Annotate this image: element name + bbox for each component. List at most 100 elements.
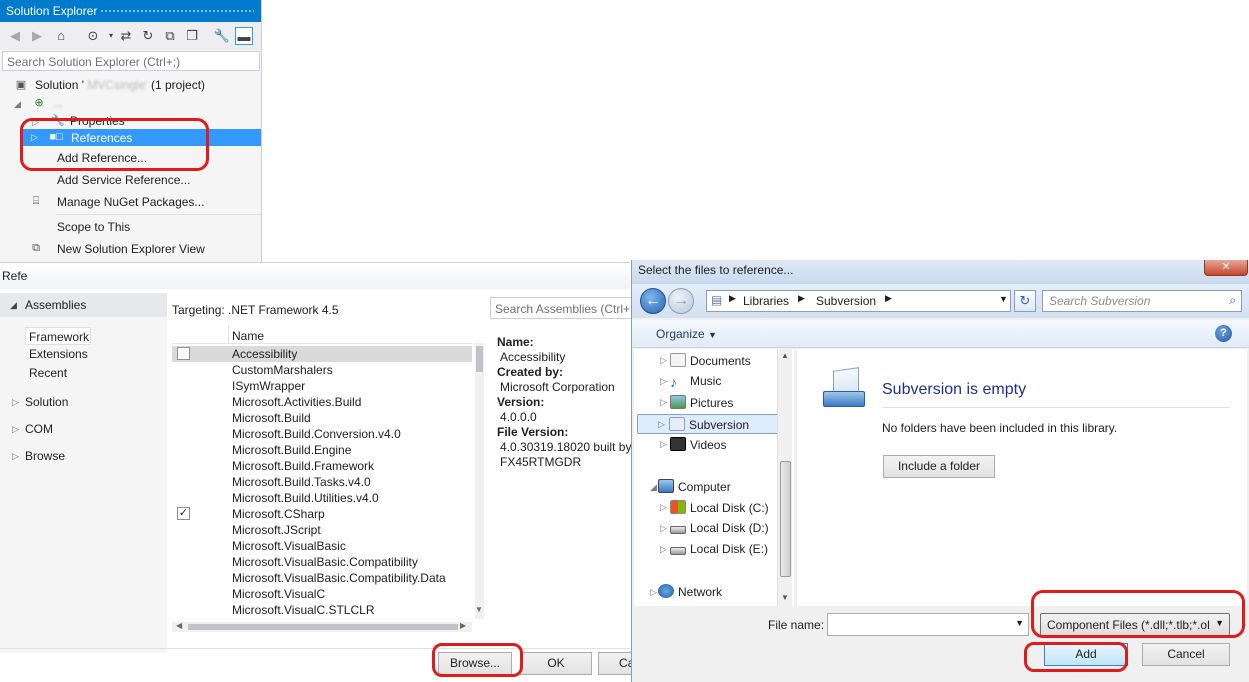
column-name-header[interactable]: Name <box>232 329 264 343</box>
search-assemblies-input[interactable]: Search Assemblies (Ctrl+E <box>490 297 632 319</box>
nav-computer[interactable]: Computer <box>658 479 731 499</box>
assembly-row[interactable]: Microsoft.VisualC <box>232 587 325 601</box>
category-browse[interactable]: Browse <box>25 449 65 463</box>
assembly-row[interactable]: Microsoft.CSharp <box>232 507 325 521</box>
home-icon[interactable]: ⌂ <box>52 27 70 45</box>
scroll-right-icon[interactable]: ▶ <box>460 621 466 630</box>
assemblies-vertical-scrollbar[interactable]: ▼ <box>475 343 484 619</box>
assembly-row[interactable]: Microsoft.VisualBasic <box>232 539 346 553</box>
refresh-button[interactable]: ↻ <box>1014 290 1036 312</box>
preview-selected-items-icon[interactable]: ▬ <box>235 27 253 45</box>
collapsed-caret-icon[interactable]: ▷ <box>12 451 19 462</box>
refresh-icon[interactable]: ↻ <box>139 27 157 45</box>
scrollbar-thumb[interactable] <box>188 624 458 630</box>
breadcrumb-libraries[interactable]: Libraries <box>743 294 789 308</box>
browse-button[interactable]: Browse... <box>438 652 512 675</box>
menu-item-scope-to-this[interactable]: Scope to This <box>57 220 130 240</box>
solution-explorer-search-input[interactable]: Search Solution Explorer (Ctrl+;) <box>2 51 260 71</box>
collapsed-caret-icon[interactable]: ▷ <box>658 419 665 430</box>
collapsed-caret-icon[interactable]: ▷ <box>12 397 19 408</box>
category-com[interactable]: COM <box>25 422 53 436</box>
nav-subversion-selected[interactable]: ▷ Subversion <box>637 414 779 434</box>
assembly-row[interactable]: CustomMarshalers <box>232 363 333 377</box>
collapsed-caret-icon[interactable]: ▷ <box>660 376 667 387</box>
sync-active-document-icon[interactable]: ⇄ <box>117 27 135 45</box>
nav-documents[interactable]: Documents <box>670 353 751 373</box>
expanded-caret-icon[interactable]: ◢ <box>14 99 21 110</box>
help-button[interactable]: ? <box>1215 325 1232 342</box>
scroll-down-icon[interactable]: ▼ <box>475 605 483 614</box>
add-button[interactable]: Add <box>1044 643 1128 666</box>
address-dropdown-icon[interactable]: ▼ <box>999 294 1008 304</box>
pending-changes-filter-icon[interactable]: ⊙ <box>84 27 102 45</box>
properties-node[interactable]: Properties <box>70 114 125 128</box>
back-button[interactable]: ← <box>640 288 666 314</box>
scroll-down-icon[interactable]: ▼ <box>781 593 789 602</box>
forward-icon[interactable]: ▶ <box>28 27 46 45</box>
references-node-selected[interactable]: ▷ ■□ References <box>22 129 261 146</box>
breadcrumb-subversion[interactable]: Subversion <box>816 294 876 308</box>
nav-local-disk-d[interactable]: Local Disk (D:) <box>670 521 769 541</box>
collapsed-caret-icon[interactable]: ▷ <box>660 355 667 366</box>
assembly-row[interactable]: ISymWrapper <box>232 379 305 393</box>
assembly-row[interactable]: Microsoft.Build.Utilities.v4.0 <box>232 491 379 505</box>
solution-label[interactable]: Solution ' MVCsingle' (1 project) <box>35 78 205 92</box>
nav-network[interactable]: Network <box>658 584 722 604</box>
assembly-row[interactable]: Microsoft.VisualC.STLCLR <box>232 603 375 617</box>
navigation-pane-scrollbar[interactable]: ▲ ▼ <box>777 349 792 606</box>
category-extensions[interactable]: Extensions <box>29 347 88 361</box>
assembly-row[interactable]: Microsoft.Build.Conversion.v4.0 <box>232 427 401 441</box>
assembly-checkbox[interactable] <box>177 347 190 360</box>
show-all-files-icon[interactable]: ❐ <box>183 27 201 45</box>
nav-pictures[interactable]: Pictures <box>670 395 733 415</box>
assembly-checkbox[interactable]: ✓ <box>177 507 190 520</box>
assembly-row[interactable]: Microsoft.Build.Framework <box>232 459 374 473</box>
ok-button[interactable]: OK <box>520 652 592 675</box>
assembly-row[interactable]: Microsoft.VisualBasic.Compatibility.Data <box>232 571 446 585</box>
collapsed-caret-icon[interactable]: ▷ <box>650 587 657 598</box>
category-framework-selected[interactable]: Framework <box>25 327 91 345</box>
category-recent[interactable]: Recent <box>29 366 67 380</box>
scrollbar-thumb[interactable] <box>780 461 791 577</box>
file-name-input[interactable]: ▼ <box>827 613 1029 636</box>
search-subversion-input[interactable]: Search Subversion ⌕ <box>1042 290 1242 312</box>
collapsed-caret-icon[interactable]: ▷ <box>660 397 667 408</box>
nav-videos[interactable]: Videos <box>670 437 726 457</box>
nav-music[interactable]: ♪ Music <box>670 374 721 394</box>
organize-menu[interactable]: Organize ▼ <box>656 327 717 341</box>
chevron-down-icon[interactable]: ▼ <box>1015 618 1024 628</box>
collapsed-caret-icon[interactable]: ▷ <box>660 523 667 534</box>
assembly-row[interactable]: Microsoft.JScript <box>232 523 321 537</box>
assembly-row[interactable]: Microsoft.Build.Engine <box>232 443 351 457</box>
properties-wrench-icon[interactable]: 🔧 <box>213 27 231 45</box>
cancel-button[interactable]: Cancel <box>1142 643 1230 666</box>
scroll-left-icon[interactable]: ◀ <box>176 621 182 630</box>
scroll-up-icon[interactable]: ▲ <box>781 351 789 360</box>
category-assemblies[interactable]: ◢ Assemblies <box>0 293 167 317</box>
assembly-row[interactable]: Accessibility <box>232 347 297 361</box>
assemblies-horizontal-scrollbar[interactable]: ◀ ▶ <box>172 621 472 632</box>
assembly-row[interactable]: Microsoft.VisualBasic.Compatibility <box>232 555 418 569</box>
assembly-row[interactable]: Microsoft.Build.Tasks.v4.0 <box>232 475 371 489</box>
close-button[interactable]: ✕ <box>1204 260 1248 276</box>
scrollbar-thumb[interactable] <box>476 346 483 372</box>
expanded-caret-icon[interactable]: ◢ <box>650 482 657 493</box>
include-folder-button[interactable]: Include a folder <box>883 455 995 478</box>
collapsed-caret-icon[interactable]: ▷ <box>12 424 19 435</box>
nav-local-disk-c[interactable]: Local Disk (C:) <box>670 500 769 520</box>
collapsed-caret-icon[interactable]: ▷ <box>660 544 667 555</box>
collapsed-caret-icon[interactable]: ▷ <box>31 132 38 143</box>
menu-item-new-solution-explorer-view[interactable]: New Solution Explorer View <box>57 242 205 262</box>
address-bar[interactable]: ▤ ▶ Libraries ▶ Subversion ▶ ▼ <box>706 290 1011 312</box>
nav-local-disk-e[interactable]: Local Disk (E:) <box>670 542 768 562</box>
collapse-all-icon[interactable]: ⧉ <box>161 27 179 45</box>
file-type-filter-select[interactable]: Component Files (*.dll;*.tlb;*.ol ▼ <box>1040 613 1230 636</box>
forward-button[interactable]: → <box>668 288 694 314</box>
back-icon[interactable]: ◀ <box>6 27 24 45</box>
assembly-row[interactable]: Microsoft.Activities.Build <box>232 395 361 409</box>
project-name[interactable]: ... <box>53 96 63 110</box>
category-solution[interactable]: Solution <box>25 395 68 409</box>
menu-item-add-service-reference[interactable]: Add Service Reference... <box>57 173 190 193</box>
menu-item-add-reference[interactable]: Add Reference... <box>57 151 147 171</box>
collapsed-caret-icon[interactable]: ▷ <box>660 502 667 513</box>
